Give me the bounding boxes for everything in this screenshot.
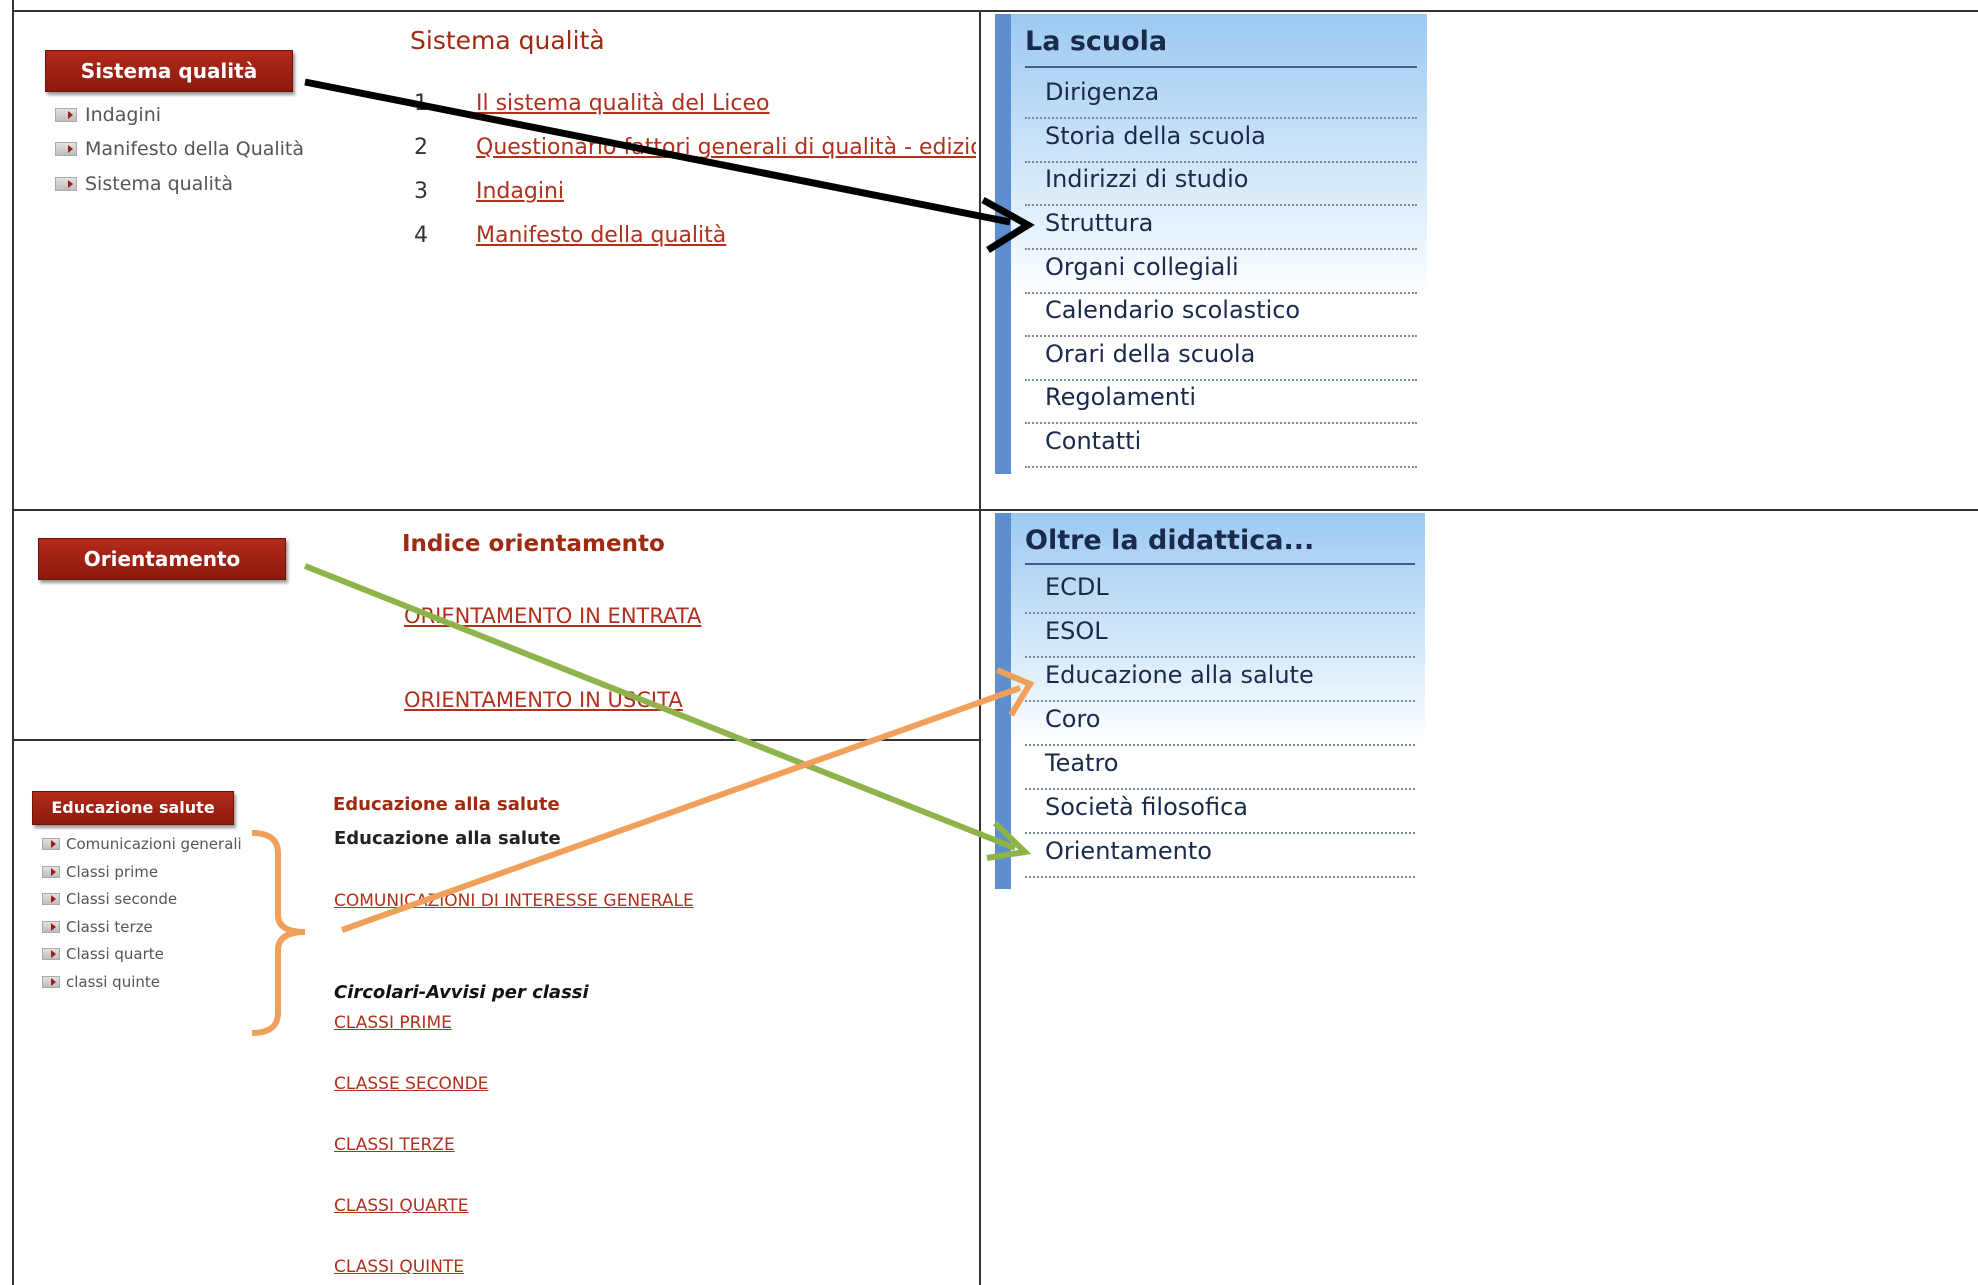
oltre-la-didattica-menu: Oltre la didattica... ECDL ESOL Educazio… [995, 513, 1425, 889]
link-classi-quinte[interactable]: CLASSI QUINTE [334, 1257, 464, 1277]
list-number: 3 [414, 179, 428, 204]
frame-horizontal-divider-1 [12, 509, 1978, 511]
link-comunicazioni-generale[interactable]: COMUNICAZIONI DI INTERESSE GENERALE [334, 891, 694, 911]
menu-item-teatro[interactable]: Teatro [1025, 749, 1415, 790]
arrow-bullet-icon [42, 921, 60, 933]
menu-title: Oltre la didattica... [1025, 525, 1315, 556]
salute-title-black: Educazione alla salute [334, 828, 561, 849]
frame-horizontal-divider-2 [12, 739, 980, 741]
arrow-bullet-icon [55, 142, 77, 156]
sistema-qualita-button[interactable]: Sistema qualità [45, 50, 293, 92]
sidebar-item-label: Indagini [85, 104, 162, 126]
orientamento-title: Indice orientamento [402, 531, 665, 557]
menu-item-struttura[interactable]: Struttura [1025, 209, 1417, 250]
link-classe-seconde[interactable]: CLASSE SECONDE [334, 1074, 488, 1094]
arrow-bullet-icon [55, 108, 77, 122]
menu-title: La scuola [1025, 26, 1168, 57]
salute-title-red: Educazione alla salute [333, 794, 560, 815]
list-number: 2 [414, 135, 428, 160]
list-number: 4 [414, 223, 428, 248]
link-classi-prime[interactable]: CLASSI PRIME [334, 1013, 452, 1033]
sidebar-item-classi-quarte[interactable]: Classi quarte [42, 945, 164, 963]
menu-title-underline [1025, 563, 1415, 565]
link-orientamento-entrata[interactable]: ORIENTAMENTO IN ENTRATA [404, 604, 701, 628]
sidebar-item-manifesto[interactable]: Manifesto della Qualità [55, 138, 304, 160]
sidebar-item-classi-quinte[interactable]: classi quinte [42, 973, 160, 991]
link-questionario[interactable]: Questionario fattori generali di qualità… [476, 135, 976, 160]
frame-top-border [12, 10, 1978, 12]
menu-item-orientamento[interactable]: Orientamento [1025, 837, 1415, 878]
orientamento-button[interactable]: Orientamento [38, 538, 286, 580]
menu-title-underline [1025, 66, 1417, 68]
orange-brace-icon [251, 830, 306, 1036]
frame-vertical-divider [979, 10, 981, 1285]
sidebar-item-sistema-qualita[interactable]: Sistema qualità [55, 173, 233, 195]
arrow-bullet-icon [42, 838, 60, 850]
link-classi-quarte[interactable]: CLASSI QUARTE [334, 1196, 469, 1216]
sidebar-item-label: Comunicazioni generali [66, 835, 242, 853]
link-manifesto[interactable]: Manifesto della qualità [476, 223, 726, 248]
list-number: 1 [414, 91, 428, 116]
menu-item-storia[interactable]: Storia della scuola [1025, 122, 1417, 163]
menu-item-societa-filosofica[interactable]: Società filosofica [1025, 793, 1415, 834]
sidebar-item-comunicazioni[interactable]: Comunicazioni generali [42, 835, 242, 853]
menu-item-ecdl[interactable]: ECDL [1025, 573, 1415, 614]
menu-item-organi-collegiali[interactable]: Organi collegiali [1025, 253, 1417, 294]
menu-item-calendario[interactable]: Calendario scolastico [1025, 296, 1417, 337]
educazione-salute-button[interactable]: Educazione salute [32, 791, 234, 825]
sidebar-item-label: Classi terze [66, 918, 153, 936]
menu-item-regolamenti[interactable]: Regolamenti [1025, 383, 1417, 424]
circolari-label: Circolari-Avvisi per classi [334, 982, 589, 1003]
link-indagini[interactable]: Indagini [476, 179, 564, 204]
link-orientamento-uscita[interactable]: ORIENTAMENTO IN USCITA [404, 688, 683, 712]
sidebar-item-classi-prime[interactable]: Classi prime [42, 863, 158, 881]
link-sistema-qualita-liceo[interactable]: Il sistema qualità del Liceo [476, 91, 769, 116]
menu-item-orari[interactable]: Orari della scuola [1025, 340, 1417, 381]
sidebar-item-indagini[interactable]: Indagini [55, 104, 161, 126]
menu-item-indirizzi[interactable]: Indirizzi di studio [1025, 165, 1417, 206]
sidebar-item-classi-seconde[interactable]: Classi seconde [42, 890, 177, 908]
sidebar-item-label: classi quinte [66, 973, 160, 991]
menu-item-coro[interactable]: Coro [1025, 705, 1415, 746]
sidebar-item-classi-terze[interactable]: Classi terze [42, 918, 153, 936]
sidebar-item-label: Classi quarte [66, 945, 164, 963]
sidebar-item-label: Sistema qualità [85, 173, 233, 195]
frame-left-border [12, 0, 14, 1285]
sidebar-item-label: Classi seconde [66, 890, 178, 908]
link-classi-terze[interactable]: CLASSI TERZE [334, 1135, 455, 1155]
menu-item-dirigenza[interactable]: Dirigenza [1025, 78, 1417, 119]
arrow-bullet-icon [42, 948, 60, 960]
annotation-arrows [251, 78, 1035, 1036]
menu-item-contatti[interactable]: Contatti [1025, 427, 1417, 468]
sidebar-item-label: Classi prime [66, 863, 159, 881]
menu-item-educazione-salute[interactable]: Educazione alla salute [1025, 661, 1415, 702]
page-title: Sistema qualità [410, 26, 605, 55]
arrow-bullet-icon [42, 866, 60, 878]
arrow-bullet-icon [55, 177, 77, 191]
arrow-bullet-icon [42, 976, 60, 988]
menu-item-esol[interactable]: ESOL [1025, 617, 1415, 658]
arrow-bullet-icon [42, 893, 60, 905]
sidebar-item-label: Manifesto della Qualità [85, 138, 305, 160]
la-scuola-menu: La scuola Dirigenza Storia della scuola … [995, 14, 1427, 474]
